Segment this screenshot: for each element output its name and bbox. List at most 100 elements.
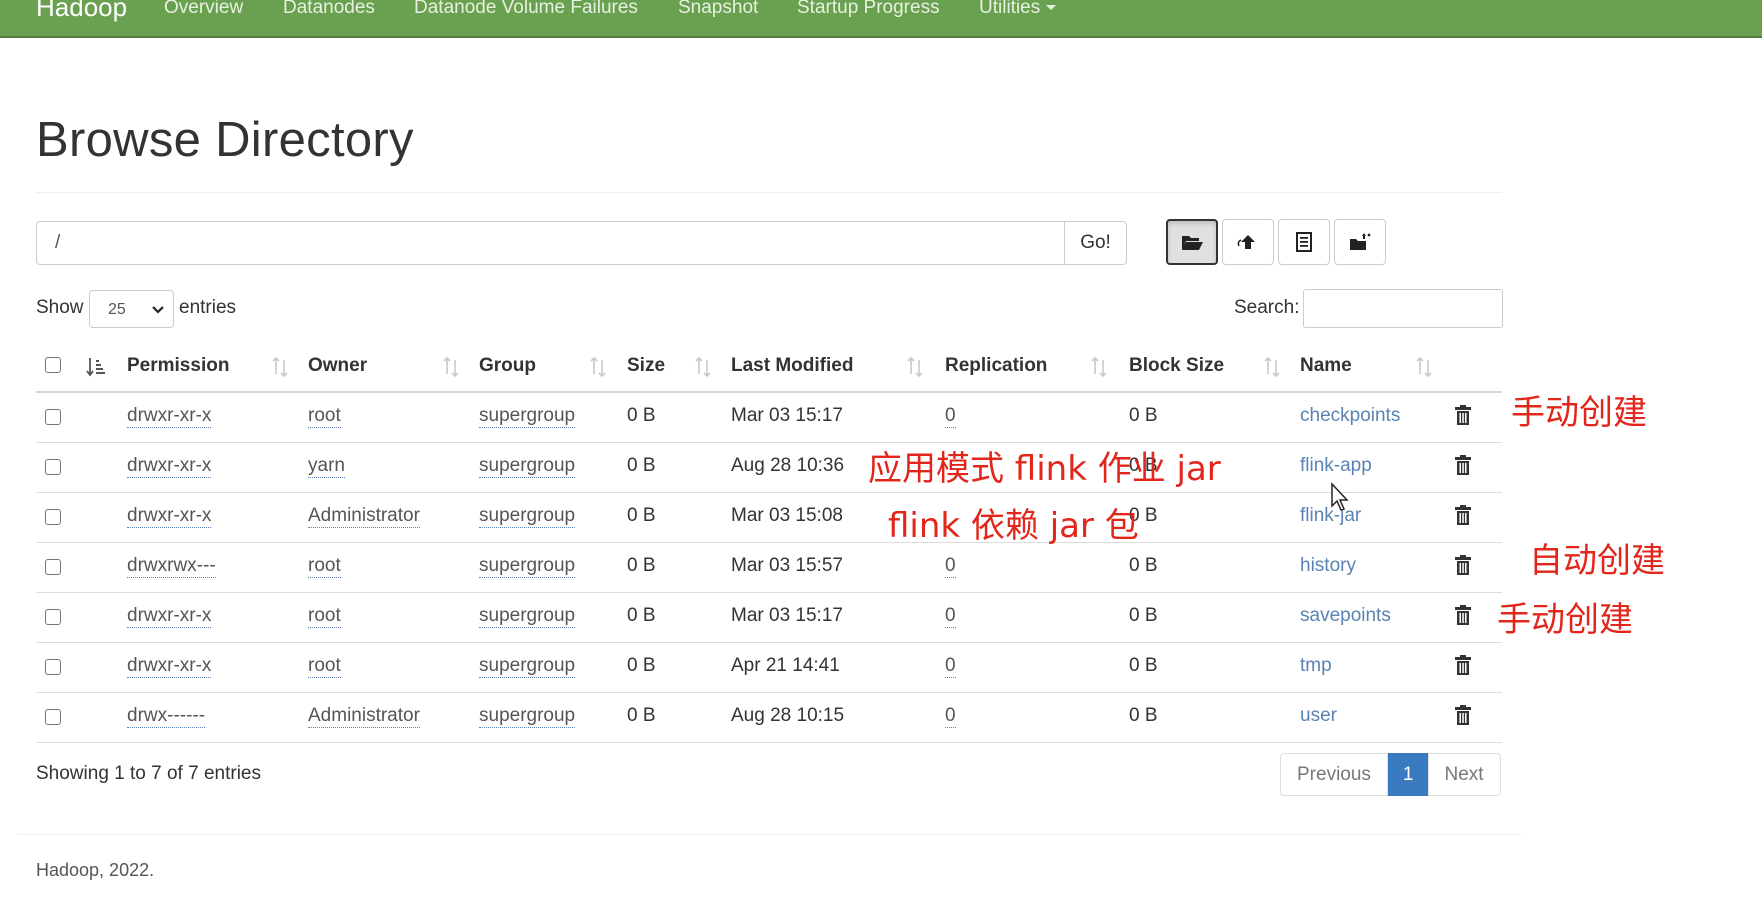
row-checkbox[interactable] bbox=[45, 409, 61, 425]
cell-name-link[interactable]: user bbox=[1300, 705, 1337, 727]
nav-datanode-volume-failures[interactable]: Datanode Volume Failures bbox=[414, 0, 638, 19]
cell-name-link[interactable]: savepoints bbox=[1300, 605, 1391, 627]
row-divider bbox=[36, 642, 1502, 643]
col-header-last-modified[interactable]: Last Modified bbox=[731, 355, 853, 377]
cell-permission[interactable]: drwxr-xr-x bbox=[127, 455, 212, 478]
row-checkbox[interactable] bbox=[45, 459, 61, 475]
sort-both-icon[interactable] bbox=[588, 356, 608, 378]
go-button[interactable]: Go! bbox=[1064, 221, 1127, 265]
sort-both-icon[interactable] bbox=[441, 356, 461, 378]
cell-permission[interactable]: drwxr-xr-x bbox=[127, 505, 212, 528]
cell-replication[interactable]: 0 bbox=[945, 405, 956, 428]
row-divider bbox=[36, 592, 1502, 593]
cell-owner[interactable]: yarn bbox=[308, 455, 345, 478]
nav-snapshot[interactable]: Snapshot bbox=[678, 0, 758, 19]
nav-datanodes[interactable]: Datanodes bbox=[283, 0, 375, 19]
trash-icon[interactable] bbox=[1454, 604, 1472, 626]
create-directory-button[interactable] bbox=[1166, 219, 1218, 265]
cell-block-size: 0 B bbox=[1129, 555, 1158, 576]
col-header-size[interactable]: Size bbox=[627, 355, 665, 377]
cell-size: 0 B bbox=[627, 655, 656, 676]
nav-utilities-dropdown[interactable]: Utilities bbox=[979, 0, 1057, 19]
annotation-savepoints: 手动创建 bbox=[1497, 600, 1633, 640]
col-header-name[interactable]: Name bbox=[1300, 355, 1352, 377]
cell-last-modified: Mar 03 15:08 bbox=[731, 505, 843, 526]
cell-group[interactable]: supergroup bbox=[479, 655, 576, 678]
cell-last-modified: Mar 03 15:17 bbox=[731, 605, 843, 626]
cell-size: 0 B bbox=[627, 605, 656, 626]
nav-startup-progress[interactable]: Startup Progress bbox=[797, 0, 940, 19]
caret-down-icon bbox=[1046, 5, 1057, 11]
search-input[interactable] bbox=[1303, 289, 1503, 328]
cell-permission[interactable]: drwx------ bbox=[127, 705, 206, 728]
cell-size: 0 B bbox=[627, 555, 656, 576]
sort-both-icon[interactable] bbox=[1414, 356, 1434, 378]
previous-page-button[interactable]: Previous bbox=[1280, 753, 1388, 796]
annotation-flink-app: 应用模式 flink 作业 jar bbox=[868, 449, 1221, 489]
col-header-owner[interactable]: Owner bbox=[308, 355, 367, 377]
cell-permission[interactable]: drwxr-xr-x bbox=[127, 655, 212, 678]
cell-replication[interactable]: 0 bbox=[945, 705, 956, 728]
cell-owner[interactable]: root bbox=[308, 605, 341, 628]
cell-permission[interactable]: drwxr-xr-x bbox=[127, 405, 212, 428]
cell-group[interactable]: supergroup bbox=[479, 705, 576, 728]
sort-both-icon[interactable] bbox=[693, 356, 713, 378]
brand-logo[interactable]: Hadoop bbox=[36, 0, 127, 23]
directory-path-input[interactable] bbox=[36, 221, 1065, 265]
col-header-group[interactable]: Group bbox=[479, 355, 536, 377]
col-header-block-size[interactable]: Block Size bbox=[1129, 355, 1224, 377]
paste-button[interactable] bbox=[1334, 219, 1386, 265]
sort-both-icon[interactable] bbox=[1089, 356, 1109, 378]
list-alt-icon bbox=[1296, 232, 1312, 252]
cell-permission[interactable]: drwxrwx--- bbox=[127, 555, 216, 578]
cell-group[interactable]: supergroup bbox=[479, 555, 576, 578]
trash-icon[interactable] bbox=[1454, 504, 1472, 526]
cell-owner[interactable]: root bbox=[308, 405, 341, 428]
cell-group[interactable]: supergroup bbox=[479, 405, 576, 428]
trash-icon[interactable] bbox=[1454, 704, 1472, 726]
cut-button[interactable] bbox=[1278, 219, 1330, 265]
sort-both-icon[interactable] bbox=[905, 356, 925, 378]
trash-icon[interactable] bbox=[1454, 554, 1472, 576]
nav-utilities-label: Utilities bbox=[979, 0, 1041, 18]
nav-overview[interactable]: Overview bbox=[164, 0, 243, 19]
cell-replication[interactable]: 0 bbox=[945, 655, 956, 678]
row-checkbox[interactable] bbox=[45, 609, 61, 625]
trash-icon[interactable] bbox=[1454, 454, 1472, 476]
cell-owner[interactable]: Administrator bbox=[308, 705, 420, 728]
cell-replication[interactable]: 0 bbox=[945, 555, 956, 578]
cell-block-size: 0 B bbox=[1129, 605, 1158, 626]
col-header-permission[interactable]: Permission bbox=[127, 355, 229, 377]
page-1-button[interactable]: 1 bbox=[1387, 753, 1429, 796]
trash-icon[interactable] bbox=[1454, 404, 1472, 426]
col-header-replication[interactable]: Replication bbox=[945, 355, 1047, 377]
cell-permission[interactable]: drwxr-xr-x bbox=[127, 605, 212, 628]
cell-owner[interactable]: Administrator bbox=[308, 505, 420, 528]
cell-group[interactable]: supergroup bbox=[479, 605, 576, 628]
sort-both-icon[interactable] bbox=[270, 356, 290, 378]
row-checkbox[interactable] bbox=[45, 509, 61, 525]
trash-icon[interactable] bbox=[1454, 654, 1472, 676]
row-checkbox[interactable] bbox=[45, 559, 61, 575]
cloud-upload-icon bbox=[1237, 235, 1255, 249]
cell-owner[interactable]: root bbox=[308, 555, 341, 578]
cell-name-link[interactable]: checkpoints bbox=[1300, 405, 1400, 427]
cell-name-link[interactable]: flink-app bbox=[1300, 455, 1372, 477]
cell-name-link[interactable]: tmp bbox=[1300, 655, 1332, 677]
sort-amount-asc-icon[interactable] bbox=[86, 356, 106, 378]
cell-group[interactable]: supergroup bbox=[479, 505, 576, 528]
next-page-button[interactable]: Next bbox=[1427, 753, 1501, 796]
paste-icon bbox=[1350, 233, 1371, 250]
cell-name-link[interactable]: history bbox=[1300, 555, 1356, 577]
row-checkbox[interactable] bbox=[45, 709, 61, 725]
row-divider bbox=[36, 542, 1502, 543]
cell-group[interactable]: supergroup bbox=[479, 455, 576, 478]
row-checkbox[interactable] bbox=[45, 659, 61, 675]
cell-owner[interactable]: root bbox=[308, 655, 341, 678]
select-all-checkbox[interactable] bbox=[45, 357, 61, 373]
upload-files-button[interactable] bbox=[1222, 219, 1274, 265]
annotation-checkpoints: 手动创建 bbox=[1511, 393, 1647, 433]
sort-both-icon[interactable] bbox=[1262, 356, 1282, 378]
cell-replication[interactable]: 0 bbox=[945, 605, 956, 628]
entries-per-page-select[interactable]: 25 bbox=[89, 290, 174, 328]
